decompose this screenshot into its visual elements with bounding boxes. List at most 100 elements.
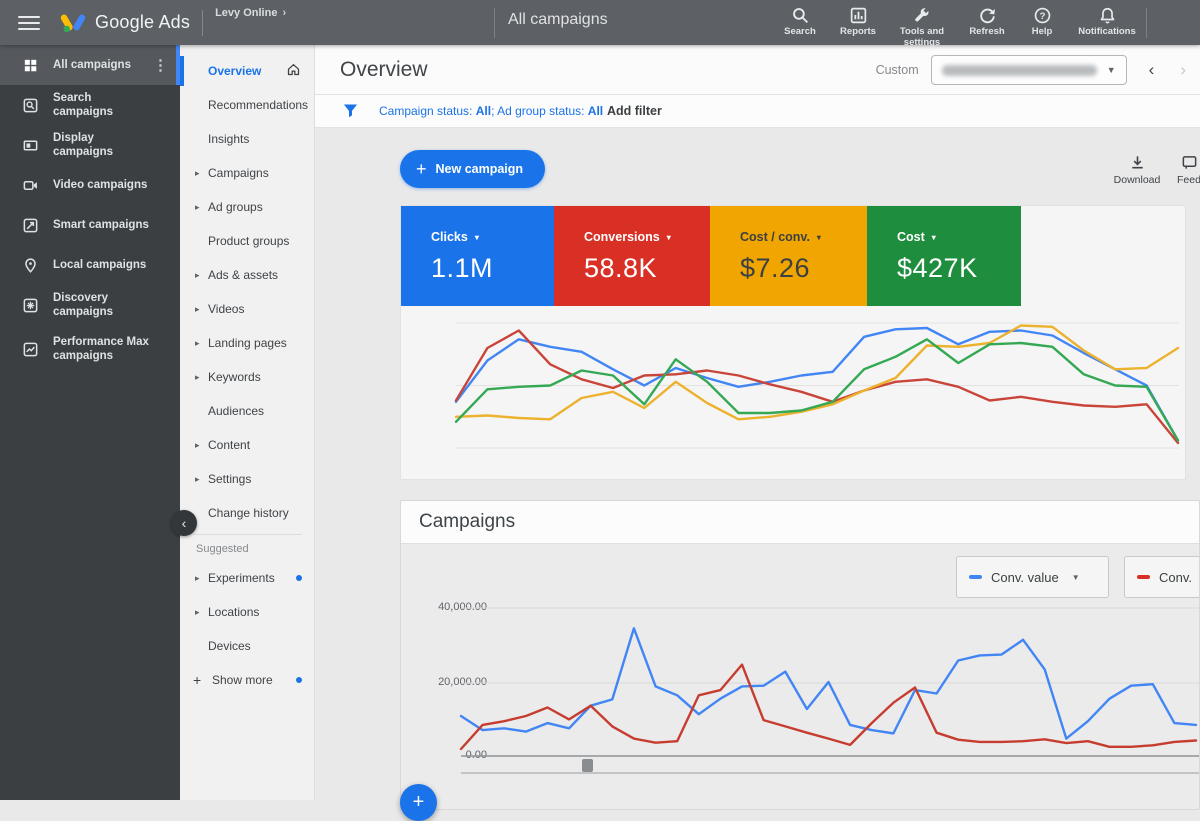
next-range-button[interactable]: › (1180, 60, 1186, 80)
google-ads-logo-icon (60, 10, 86, 36)
expand-arrow-icon: ▸ (195, 440, 200, 451)
suggested-section-label: Suggested (180, 537, 314, 561)
divider (202, 10, 203, 36)
nav-item-experiments[interactable]: ▸Experiments (180, 561, 314, 595)
previous-range-button[interactable]: ‹ (1149, 60, 1155, 80)
help-button[interactable]: ? Help (1021, 4, 1063, 49)
nav-item-campaigns[interactable]: ▸Campaigns (180, 156, 314, 190)
grid-icon (22, 57, 39, 74)
google-ads-logo: Google Ads (60, 10, 190, 36)
nav-item-ad-groups[interactable]: ▸Ad groups (180, 190, 314, 224)
nav-item-landing-pages[interactable]: ▸Landing pages (180, 326, 314, 360)
expand-arrow-icon: ▸ (195, 607, 200, 618)
divider (494, 8, 495, 38)
chevron-right-icon: › (282, 7, 286, 19)
active-filters[interactable]: Campaign status: All; Ad group status: A… (379, 104, 603, 118)
bell-icon (1098, 6, 1117, 25)
scorecard-value: $427K (897, 253, 1021, 284)
nav-item-devices[interactable]: Devices (180, 629, 314, 663)
home-icon (286, 62, 301, 77)
download-icon (1129, 154, 1146, 171)
scrollbar-handle[interactable] (582, 759, 593, 772)
download-button[interactable]: Download (1107, 154, 1167, 186)
collapse-sidebar-button[interactable]: ‹ (171, 510, 197, 536)
new-campaign-button[interactable]: + New campaign (400, 150, 545, 188)
search-square-icon (22, 97, 39, 114)
nav-item-recommendations[interactable]: Recommendations (180, 88, 314, 122)
wrench-icon (913, 6, 932, 25)
main-content: Overview Custom ▼ ‹ › Campaign status: A… (315, 45, 1200, 800)
campaigns-trend-chart (401, 591, 1200, 791)
display-icon (22, 137, 39, 154)
caret-down-icon: ▾ (475, 233, 479, 242)
date-range-selector[interactable]: ▼ (931, 55, 1127, 85)
sidebar-item-display-campaigns[interactable]: Display campaigns (0, 125, 180, 165)
topbar-page-title: All campaigns (508, 11, 608, 29)
campaigns-card-header: Campaigns (401, 501, 1199, 544)
sidebar-item-smart-campaigns[interactable]: Smart campaigns (0, 205, 180, 245)
nav-item-change-history[interactable]: Change history (180, 496, 314, 530)
nav-item-ads-assets[interactable]: ▸Ads & assets (180, 258, 314, 292)
refresh-button[interactable]: Refresh (959, 4, 1015, 49)
nav-item-keywords[interactable]: ▸Keywords (180, 360, 314, 394)
nav-item-overview[interactable]: Overview (180, 54, 314, 88)
sidebar-item-video-campaigns[interactable]: Video campaigns (0, 165, 180, 205)
video-camera-icon (22, 177, 39, 194)
feedback-button[interactable]: Feedback (1177, 154, 1200, 186)
nav-item-product-groups[interactable]: Product groups (180, 224, 314, 258)
scorecard-cost-per-conv: Cost / conv. ▾ $7.26 (710, 206, 867, 306)
nav-item-content[interactable]: ▸Content (180, 428, 314, 462)
sidebar-item-search-campaigns[interactable]: Search campaigns (0, 85, 180, 125)
scorecard-metric-picker[interactable]: Conversions ▾ (584, 230, 710, 244)
scorecard-metric-picker[interactable]: Cost / conv. ▾ (740, 230, 867, 244)
floating-action-button[interactable]: + (400, 784, 437, 821)
expand-arrow-icon: ▸ (195, 474, 200, 485)
scorecard-metric-picker[interactable]: Cost ▾ (897, 230, 1021, 244)
plus-icon: + (413, 791, 425, 814)
expand-arrow-icon: ▸ (195, 304, 200, 315)
sidebar-item-all-campaigns[interactable]: All campaigns ⋮ (0, 45, 180, 85)
nav-item-locations[interactable]: ▸Locations (180, 595, 314, 629)
help-icon: ? (1033, 6, 1052, 25)
scorecard-metric-picker[interactable]: Clicks ▾ (431, 230, 554, 244)
scorecard-value: 1.1M (431, 253, 554, 284)
kebab-menu-icon[interactable]: ⋮ (153, 56, 168, 74)
topbar-actions: Search Reports Tools and settings Refres… (775, 4, 1145, 49)
divider (1146, 8, 1147, 38)
nav-item-settings[interactable]: ▸Settings (180, 462, 314, 496)
nav-item-show-more[interactable]: +Show more (180, 663, 314, 697)
campaign-type-sidebar: All campaigns ⋮ Search campaigns Display… (0, 45, 180, 800)
scorecard-clicks: Clicks ▾ 1.1M (401, 206, 554, 306)
filter-bar: Campaign status: All; Ad group status: A… (315, 95, 1200, 128)
new-indicator-dot (296, 575, 302, 581)
reports-button[interactable]: Reports (831, 4, 885, 49)
svg-text:?: ? (1039, 11, 1045, 22)
menu-icon[interactable] (12, 6, 46, 40)
sidebar-item-discovery-campaigns[interactable]: Discovery campaigns (0, 285, 180, 325)
add-filter-button[interactable]: Add filter (607, 104, 662, 118)
date-range-type-label: Custom (876, 63, 919, 77)
overview-trend-chart (401, 306, 1187, 481)
nav-item-videos[interactable]: ▸Videos (180, 292, 314, 326)
tools-and-settings-button[interactable]: Tools and settings (891, 4, 953, 49)
expand-arrow-icon: ▸ (195, 372, 200, 383)
brand-name: Google Ads (95, 12, 190, 33)
notifications-button[interactable]: Notifications (1069, 4, 1145, 49)
search-button[interactable]: Search (775, 4, 825, 49)
page-header: Overview Custom ▼ ‹ › (315, 45, 1200, 95)
plus-icon: + (193, 672, 201, 688)
sidebar-item-local-campaigns[interactable]: Local campaigns (0, 245, 180, 285)
refresh-icon (978, 6, 997, 25)
sidebar-item-performance-max-campaigns[interactable]: Performance Max campaigns (0, 325, 180, 373)
location-pin-icon (22, 257, 39, 274)
discovery-spark-icon (22, 297, 39, 314)
scorecard-conversions: Conversions ▾ 58.8K (554, 206, 710, 306)
nav-item-insights[interactable]: Insights (180, 122, 314, 156)
caret-down-icon: ▼ (1107, 65, 1116, 75)
account-selector[interactable]: Levy Online › (215, 7, 286, 19)
nav-item-audiences[interactable]: Audiences (180, 394, 314, 428)
legend-dash-icon (1137, 575, 1150, 579)
feedback-icon (1181, 154, 1198, 171)
caret-down-icon: ▾ (932, 233, 936, 242)
expand-arrow-icon: ▸ (195, 573, 200, 584)
